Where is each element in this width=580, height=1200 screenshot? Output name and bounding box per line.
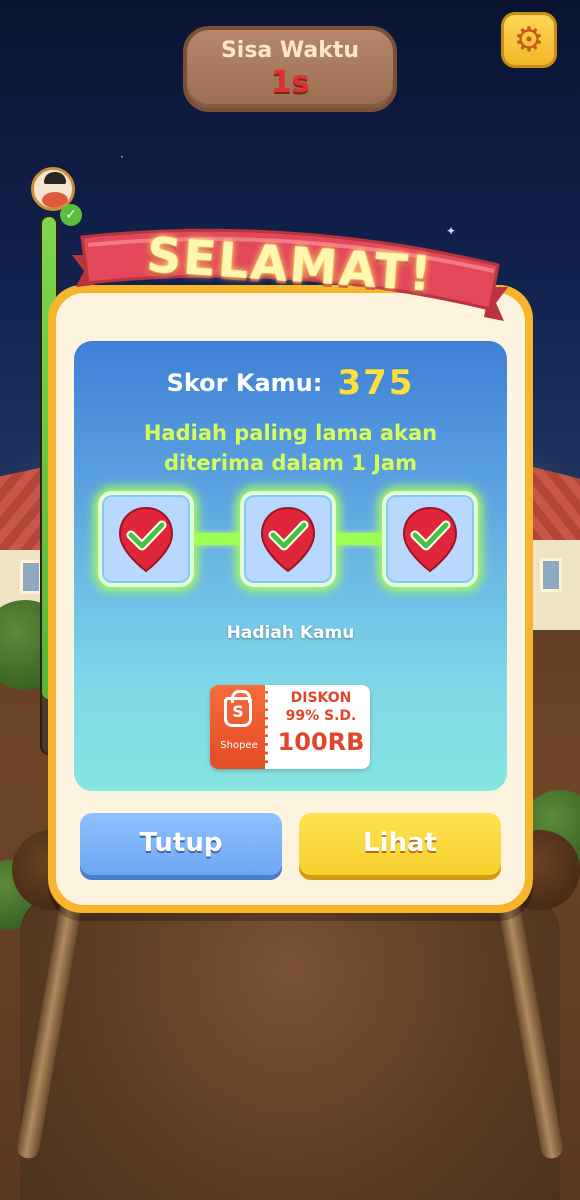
reward-slot-1: [98, 491, 194, 587]
voucher-brand: Shopee: [220, 740, 258, 751]
timer-label: Sisa Waktu: [220, 38, 360, 63]
house-right: [530, 540, 580, 630]
view-button[interactable]: Lihat: [299, 813, 501, 875]
close-button[interactable]: Tutup: [80, 813, 282, 875]
timer-panel: Sisa Waktu 1s: [183, 26, 397, 112]
window: [20, 560, 42, 594]
title-ribbon: SELAMAT!: [70, 225, 510, 325]
star-icon: ·: [120, 150, 124, 164]
reward-caption: Hadiah Kamu: [226, 623, 355, 643]
map-pin-check-icon: [402, 506, 458, 573]
map-pin-check-icon: [260, 506, 316, 573]
reward-slot-3: [382, 491, 478, 587]
gear-icon: ⚙: [513, 20, 545, 60]
voucher-logo-area: Shopee: [210, 685, 268, 769]
map-pin-check-icon: [118, 506, 174, 573]
result-dialog: Skor Kamu: 375 Hadiah paling lama akan d…: [48, 285, 533, 913]
voucher-text: DISKON 99% S.D. 100RB: [272, 689, 370, 759]
result-panel: Skor Kamu: 375 Hadiah paling lama akan d…: [74, 341, 507, 791]
reward-info-line-2: diterima dalam 1 Jam: [164, 451, 417, 475]
timer-value: 1s: [270, 65, 310, 100]
score-label: Skor Kamu:: [166, 369, 323, 397]
voucher-amount: 100RB: [277, 728, 365, 756]
shopping-bag-icon: [224, 690, 252, 727]
window: [540, 558, 562, 592]
score-value: 375: [337, 363, 415, 403]
voucher-line-1: DISKON: [290, 690, 352, 706]
settings-button[interactable]: ⚙: [501, 12, 557, 68]
reward-slot-2: [240, 491, 336, 587]
dialog-body: Skor Kamu: 375 Hadiah paling lama akan d…: [56, 293, 525, 905]
shopee-voucher[interactable]: Shopee DISKON 99% S.D. 100RB: [210, 685, 370, 769]
reward-info-line-1: Hadiah paling lama akan: [143, 421, 438, 445]
voucher-line-2: 99% S.D.: [285, 708, 357, 724]
reward-progress-row: [98, 491, 483, 587]
reward-connector: [194, 533, 240, 545]
score-row: Skor Kamu: 375: [74, 363, 507, 403]
reward-connector: [336, 533, 382, 545]
